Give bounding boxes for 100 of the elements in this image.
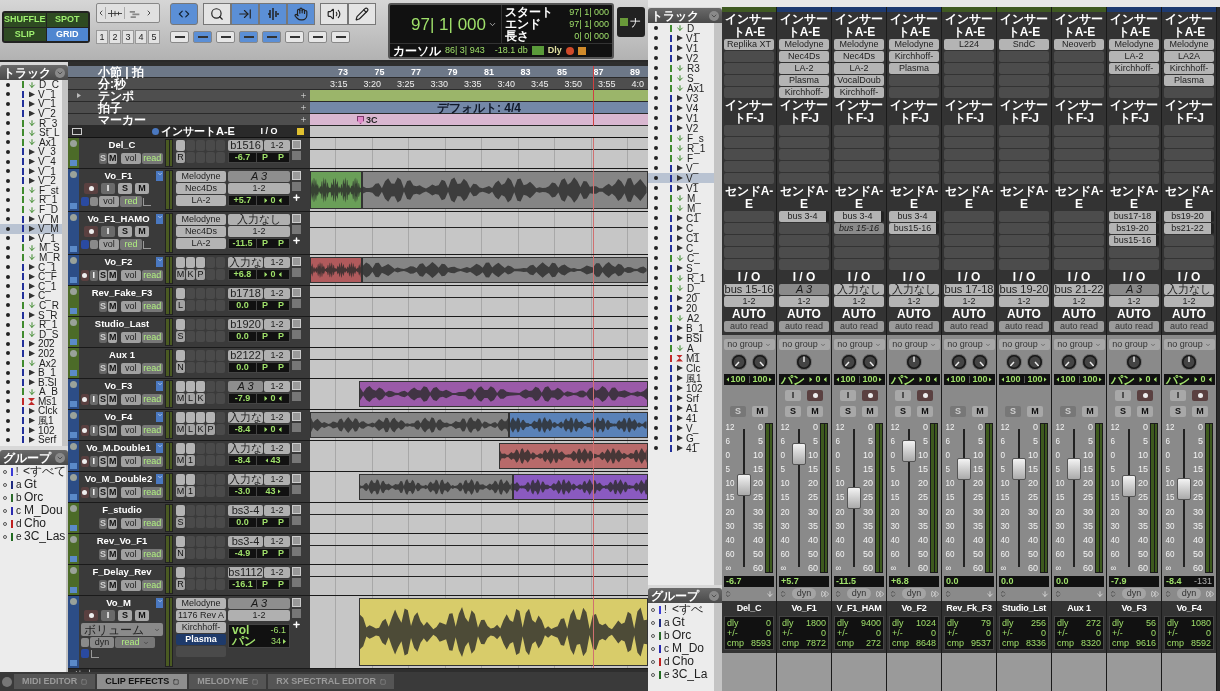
record-button-icon[interactable] bbox=[1137, 390, 1153, 401]
dynamic-button[interactable]: dyn bbox=[847, 588, 871, 599]
solo-button[interactable]: S bbox=[98, 270, 108, 281]
empty-insert-slot[interactable] bbox=[176, 646, 226, 657]
track-list-item[interactable]: F_D bbox=[0, 204, 62, 215]
track-list-item[interactable]: M_S bbox=[0, 243, 62, 253]
track-list-item[interactable]: 41 bbox=[648, 413, 714, 423]
zoom-preset-button[interactable]: 4 bbox=[135, 30, 147, 44]
empty-send-slot[interactable] bbox=[1054, 235, 1104, 246]
insert-letter[interactable]: M bbox=[176, 486, 185, 497]
pan-value[interactable]: P bbox=[273, 301, 289, 310]
volume-value[interactable]: 0.0 bbox=[229, 301, 257, 310]
plugin-insert[interactable]: SndC bbox=[999, 39, 1049, 50]
record-button-icon[interactable] bbox=[81, 270, 89, 281]
output-selector[interactable]: 1-2 bbox=[1109, 296, 1159, 307]
insert-slot[interactable] bbox=[186, 350, 195, 361]
output-window-icon[interactable] bbox=[292, 381, 301, 390]
insert-slot[interactable] bbox=[196, 486, 205, 497]
empty-send-slot[interactable] bbox=[1109, 247, 1159, 258]
empty-send-slot[interactable] bbox=[1164, 235, 1214, 246]
plugin-insert[interactable]: Plasma bbox=[176, 634, 226, 645]
plugin-insert[interactable]: LA-2 bbox=[779, 63, 829, 74]
track-list-item[interactable]: M_ bbox=[648, 203, 714, 213]
empty-insert-slot[interactable] bbox=[944, 173, 994, 184]
output-window-icon[interactable] bbox=[292, 140, 301, 149]
insert-slot[interactable] bbox=[186, 152, 195, 163]
output-selector[interactable]: 1-2 bbox=[834, 296, 884, 307]
empty-send-slot[interactable] bbox=[944, 223, 994, 234]
up-down-icon[interactable] bbox=[779, 589, 787, 598]
fast-forward-icon[interactable] bbox=[821, 589, 829, 598]
empty-send-slot[interactable] bbox=[834, 247, 884, 258]
insert-letter[interactable]: M bbox=[176, 455, 185, 466]
output-selector[interactable]: 1-2 bbox=[264, 443, 290, 454]
insert-slot[interactable] bbox=[186, 381, 195, 392]
volume-value[interactable]: -8.4 bbox=[229, 456, 257, 465]
group-dropdown[interactable]: no group bbox=[723, 339, 775, 350]
empty-insert-slot[interactable] bbox=[944, 75, 994, 86]
empty-insert-slot[interactable] bbox=[1109, 87, 1159, 98]
output-selector[interactable]: 1-2 bbox=[264, 288, 290, 299]
fast-forward-icon[interactable] bbox=[876, 589, 884, 598]
input-selector[interactable]: 入力なし bbox=[834, 284, 884, 295]
automation-mode-button[interactable]: read bbox=[141, 153, 163, 164]
empty-send-slot[interactable] bbox=[944, 259, 994, 270]
empty-insert-slot[interactable] bbox=[944, 51, 994, 62]
plugin-insert[interactable]: LA-2 bbox=[1109, 51, 1159, 62]
empty-send-slot[interactable] bbox=[1054, 223, 1104, 234]
fader-cap[interactable] bbox=[1177, 478, 1191, 501]
empty-insert-slot[interactable] bbox=[1164, 149, 1214, 160]
track-list-item[interactable]: V4 bbox=[648, 103, 714, 113]
track-list-item[interactable]: D_ bbox=[648, 23, 714, 33]
output-selector[interactable]: 1-2 bbox=[264, 319, 290, 330]
empty-insert-slot[interactable] bbox=[834, 149, 884, 160]
track-list-item[interactable]: C1 bbox=[648, 213, 714, 223]
view-button[interactable]: vol bbox=[121, 301, 141, 312]
pan-value[interactable]: 100 bbox=[840, 375, 856, 384]
edit-mode-button[interactable]: GRID bbox=[46, 27, 88, 41]
track-list-item[interactable]: V2 bbox=[648, 123, 714, 133]
insert-slot[interactable] bbox=[186, 474, 195, 485]
track-name[interactable]: Vo_F2 bbox=[81, 256, 156, 267]
counter-value[interactable]: 97| 1| 000 bbox=[569, 19, 609, 29]
empty-send-slot[interactable] bbox=[724, 211, 774, 222]
mute-button[interactable]: M bbox=[108, 487, 118, 498]
counter-value[interactable]: 0| 0| 000 bbox=[574, 31, 609, 41]
automation-dropdown[interactable]: auto read bbox=[1164, 321, 1214, 332]
empty-insert-slot[interactable] bbox=[724, 51, 774, 62]
view-button[interactable]: vol bbox=[121, 456, 141, 467]
track-name[interactable]: Vo_F3 bbox=[81, 380, 156, 391]
empty-insert-slot[interactable] bbox=[779, 149, 829, 160]
insert-slot[interactable] bbox=[196, 412, 205, 423]
track-menu-caret-icon[interactable] bbox=[156, 256, 163, 267]
view-button[interactable]: vol bbox=[121, 394, 141, 405]
up-down-icon[interactable] bbox=[1054, 589, 1062, 598]
group-name[interactable]: Cho bbox=[672, 655, 694, 668]
output-selector[interactable]: 1-2 bbox=[264, 505, 290, 516]
insert-slot[interactable] bbox=[186, 579, 195, 590]
columns-icon[interactable] bbox=[72, 128, 82, 135]
audio-clip[interactable] bbox=[310, 257, 363, 283]
zoom-preset-button[interactable]: 5 bbox=[148, 30, 160, 44]
view-button[interactable]: vol bbox=[121, 549, 141, 560]
view-button[interactable]: vol bbox=[121, 518, 141, 529]
track-list-item[interactable]: Serf bbox=[0, 434, 62, 445]
input-selector[interactable]: 入力な bbox=[228, 257, 263, 268]
fader-cap[interactable] bbox=[902, 439, 916, 462]
up-down-icon[interactable] bbox=[889, 589, 897, 598]
automation-dropdown[interactable]: auto read bbox=[889, 321, 939, 332]
view-button[interactable]: vol bbox=[121, 580, 141, 591]
insert-letter[interactable]: K bbox=[196, 393, 205, 404]
view-button[interactable]: vol bbox=[99, 239, 119, 250]
track-name[interactable]: Rev_Vo_F1 bbox=[81, 535, 163, 546]
empty-insert-slot[interactable] bbox=[724, 125, 774, 136]
insert-letter[interactable]: 1 bbox=[186, 486, 195, 497]
empty-insert-slot[interactable] bbox=[889, 125, 939, 136]
record-button-icon[interactable] bbox=[807, 390, 823, 401]
pan-knob[interactable] bbox=[1025, 353, 1044, 371]
plugin-insert[interactable]: Nec4Ds bbox=[779, 51, 829, 62]
view-button[interactable]: vol bbox=[121, 425, 141, 436]
track-list-item[interactable]: C_ bbox=[648, 243, 714, 253]
track-list-item[interactable]: D_C bbox=[0, 80, 62, 90]
fast-forward-icon[interactable] bbox=[931, 589, 939, 598]
track-list-item[interactable]: Ax2 bbox=[0, 358, 62, 368]
